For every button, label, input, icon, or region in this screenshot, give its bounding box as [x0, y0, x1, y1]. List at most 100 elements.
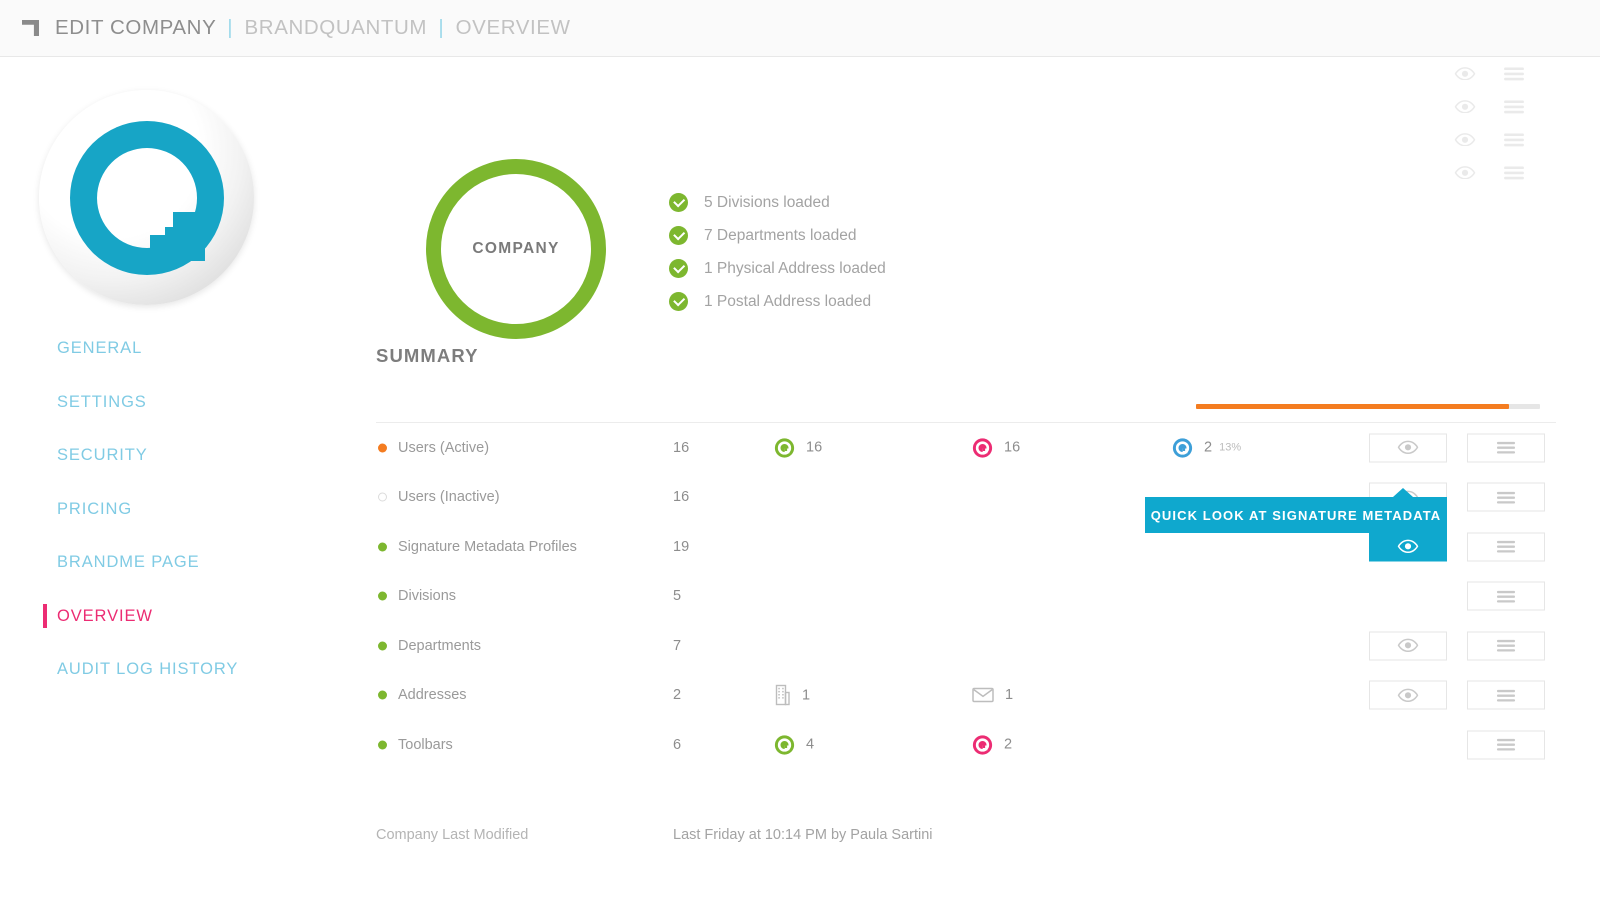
menu-icon-button[interactable] — [1489, 66, 1538, 82]
last-modified-footer: Company Last Modified Last Friday at 10:… — [376, 817, 1556, 857]
row-count: 19 — [673, 538, 690, 555]
menu-icon-button[interactable] — [1489, 132, 1538, 148]
eye-icon — [1454, 66, 1475, 81]
eye-icon — [1397, 639, 1419, 653]
tooltip-quick-look: QUICK LOOK AT SIGNATURE METADATA — [1145, 488, 1447, 533]
sidebar-item-brandme-page[interactable]: BRANDME PAGE — [0, 536, 360, 590]
checklist-item-label: 5 Divisions loaded — [704, 193, 830, 211]
hero-icon-row — [1440, 156, 1600, 189]
status-dot-icon — [378, 591, 387, 601]
sidebar-item-overview[interactable]: OVERVIEW — [0, 590, 360, 644]
row-metric-value: 1 — [802, 687, 811, 704]
menu-icon-button[interactable] — [1489, 99, 1538, 115]
hamburger-icon — [1497, 441, 1515, 454]
sidebar-item-label: SECURITY — [57, 446, 148, 465]
row-preview-button[interactable] — [1369, 680, 1447, 710]
sidebar-nav: GENERAL SETTINGS SECURITY PRICING BRANDME PA… — [0, 322, 360, 697]
company-status-ring: COMPANY — [426, 159, 606, 339]
q-badge-icon — [1172, 438, 1193, 458]
table-row: Users (Active) 16 16 16 2 13% — [376, 423, 1556, 473]
menu-icon-button[interactable] — [1489, 165, 1538, 181]
hamburger-icon — [1503, 67, 1524, 80]
eye-icon — [1454, 132, 1475, 147]
summary-table: Users (Active) 16 16 16 2 13% Users (Inactive)… — [376, 423, 1556, 770]
row-count: 7 — [673, 637, 682, 654]
company-logo-bubble — [39, 90, 254, 305]
sidebar-item-audit-log-history[interactable]: AUDIT LOG HISTORY — [0, 643, 360, 697]
sidebar-item-label: SETTINGS — [57, 392, 147, 411]
status-dot-icon — [378, 641, 387, 651]
row-preview-button[interactable] — [1369, 532, 1447, 562]
company-ring-label: COMPANY — [472, 240, 560, 257]
preview-icon-button[interactable] — [1440, 99, 1489, 114]
completion-progress-fill — [1196, 404, 1510, 409]
hero-icon-row — [1440, 90, 1600, 123]
row-metric-value: 2 — [1004, 736, 1013, 753]
sidebar-item-label: BRANDME PAGE — [57, 553, 200, 572]
row-metric-value: 16 — [806, 439, 823, 456]
row-count: 5 — [673, 588, 682, 605]
row-label: Toolbars — [398, 736, 453, 753]
row-label: Divisions — [398, 588, 457, 605]
sidebar-item-security[interactable]: SECURITY — [0, 429, 360, 483]
corner-bracket-icon — [22, 20, 39, 36]
hamburger-icon — [1503, 133, 1524, 146]
check-circle-icon — [669, 259, 688, 278]
row-metric: 1 — [774, 685, 810, 706]
row-metric-value: 4 — [806, 736, 815, 753]
summary-header: SUMMARY — [376, 322, 1556, 384]
breadcrumb-tertiary: OVERVIEW — [455, 16, 571, 39]
hero-icon-row — [1440, 123, 1600, 156]
row-count: 6 — [673, 736, 682, 753]
check-circle-icon — [669, 193, 688, 212]
hamburger-icon — [1497, 639, 1515, 652]
last-modified-value: Last Friday at 10:14 PM by Paula Sartini — [673, 827, 933, 843]
sidebar-item-settings[interactable]: SETTINGS — [0, 376, 360, 430]
row-count: 16 — [673, 439, 690, 456]
row-menu-button[interactable] — [1467, 730, 1545, 760]
eye-icon — [1454, 165, 1475, 180]
row-count: 16 — [673, 489, 690, 506]
hero-icon-row — [1440, 57, 1600, 90]
check-circle-icon — [669, 226, 688, 245]
sidebar-item-label: GENERAL — [57, 339, 143, 358]
preview-icon-button[interactable] — [1440, 66, 1489, 81]
row-count: 2 — [673, 687, 682, 704]
row-menu-button[interactable] — [1467, 631, 1545, 661]
row-menu-button[interactable] — [1467, 433, 1545, 463]
sidebar-item-label: PRICING — [57, 499, 133, 518]
row-metric-value: 2 — [1204, 439, 1213, 456]
preview-icon-button[interactable] — [1440, 165, 1489, 180]
main-panel: SUMMARY Users (Active) 16 16 16 2 13% Users (I… — [376, 322, 1556, 843]
row-preview-button[interactable] — [1369, 631, 1447, 661]
hamburger-icon — [1497, 540, 1515, 553]
row-menu-button[interactable] — [1467, 680, 1545, 710]
eye-icon — [1397, 688, 1419, 702]
top-header-bar: EDIT COMPANY | BRANDQUANTUM | OVERVIEW — [0, 0, 1600, 57]
row-preview-button[interactable] — [1369, 433, 1447, 463]
breadcrumb-secondary: BRANDQUANTUM — [244, 16, 428, 39]
row-menu-button[interactable] — [1467, 532, 1545, 562]
hamburger-icon — [1497, 590, 1515, 603]
load-status-checklist: 5 Divisions loaded 7 Departments loaded 1 … — [669, 186, 886, 318]
sidebar-item-pricing[interactable]: PRICING — [0, 483, 360, 537]
table-row: Departments 7 — [376, 621, 1556, 671]
row-menu-button[interactable] — [1467, 581, 1545, 611]
row-metric-value: 16 — [1004, 439, 1021, 456]
sidebar-item-general[interactable]: GENERAL — [0, 322, 360, 376]
row-menu-button[interactable] — [1467, 482, 1545, 512]
check-circle-icon — [669, 292, 688, 311]
hamburger-icon — [1497, 491, 1515, 504]
building-icon — [775, 685, 790, 706]
hero-action-icon-column — [1440, 57, 1600, 189]
preview-icon-button[interactable] — [1440, 132, 1489, 147]
envelope-icon — [972, 688, 994, 703]
checklist-item: 1 Physical Address loaded — [669, 252, 886, 285]
row-metric-percent: 13% — [1219, 441, 1242, 454]
hamburger-icon — [1503, 166, 1524, 179]
q-badge-icon — [774, 735, 795, 755]
table-row: Addresses 2 1 1 — [376, 671, 1556, 721]
row-metric: 2 — [972, 734, 1012, 755]
q-badge-icon — [774, 438, 795, 458]
hero-section: COMPANY 5 Divisions loaded 7 Departments … — [0, 57, 1600, 339]
